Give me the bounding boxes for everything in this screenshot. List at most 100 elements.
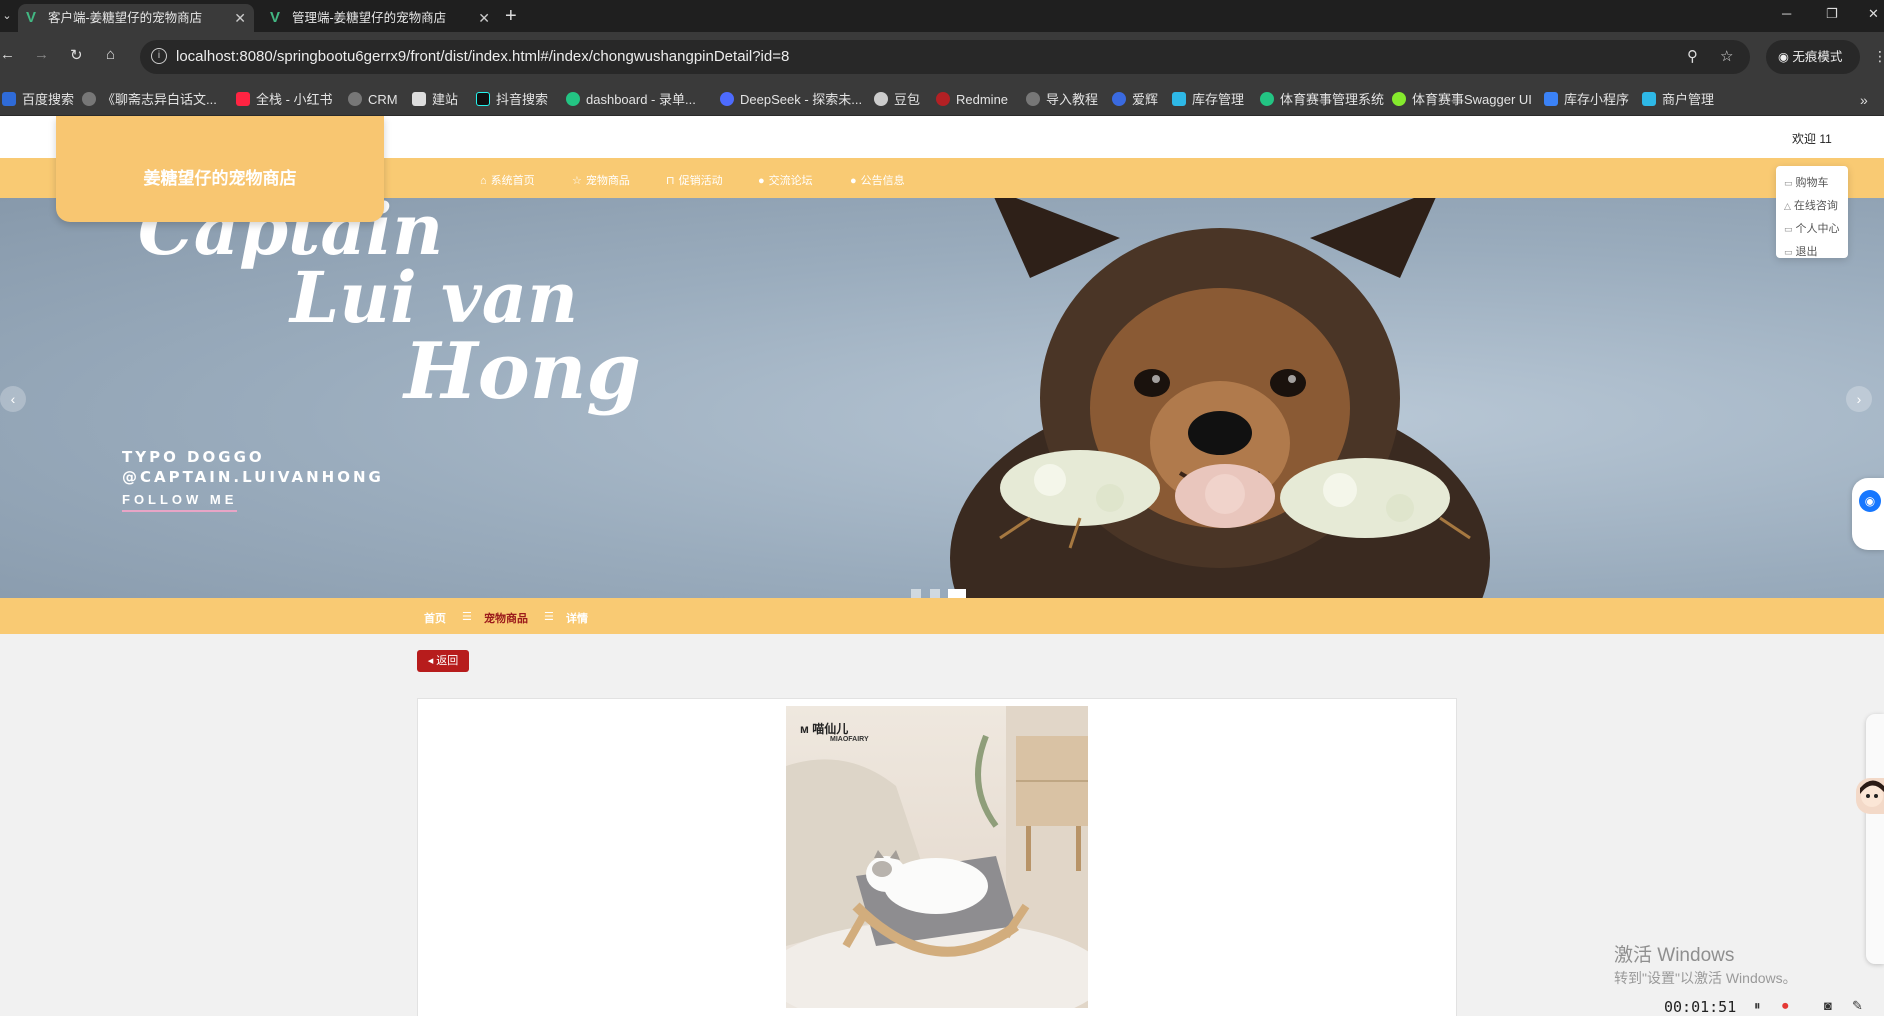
pause-icon[interactable]: ⏸ [1754, 998, 1761, 1014]
restore-icon[interactable]: ❐ [1826, 6, 1838, 22]
back-button[interactable]: ◂ 返回 [417, 650, 469, 672]
globe-icon [82, 92, 96, 106]
globe-icon [348, 92, 362, 106]
breadcrumb-home[interactable]: 首页 [424, 610, 446, 626]
bookmark-item[interactable]: 爱辉 [1112, 84, 1158, 116]
brand-logo: ᴍ 喵仙儿 [800, 720, 848, 737]
bookmark-item[interactable]: 百度搜索 [2, 84, 74, 116]
welcome-user[interactable]: 欢迎 11 [1792, 130, 1832, 147]
browser-tab-admin[interactable]: V 管理端-姜糖望仔的宠物商店 ✕ [262, 4, 498, 32]
bookmark-item[interactable]: 库存小程序 [1544, 84, 1629, 116]
banner-typo-line: TYPO DOGGO [122, 448, 265, 466]
sports-icon [1260, 92, 1274, 106]
nav-home[interactable]: ⌂ 系统首页 [480, 172, 535, 188]
menu-logout[interactable]: ▭ 退出 [1784, 243, 1818, 259]
browser-tab-client[interactable]: V 客户端-姜糖望仔的宠物商店 ✕ [18, 4, 254, 32]
carousel-dot[interactable] [929, 589, 940, 598]
assistant-avatar[interactable] [1856, 778, 1884, 814]
menu-label: 购物车 [1795, 177, 1829, 189]
brand-subtitle: MIAOFAIRY [830, 736, 869, 743]
stop-record-icon[interactable]: ⏺ [1782, 998, 1789, 1014]
windows-activation-subtitle: 转到"设置"以激活 Windows。 [1614, 970, 1797, 986]
bookmark-item[interactable]: 体育赛事管理系统 [1260, 84, 1384, 116]
dashboard-icon [566, 92, 580, 106]
nav-label: 公告信息 [860, 175, 905, 187]
bookmark-label: 百度搜索 [22, 92, 75, 107]
bookmark-item[interactable]: 导入教程 [1026, 84, 1098, 116]
bookmark-item[interactable]: Redmine [936, 84, 1008, 116]
bookmark-item[interactable]: 豆包 [874, 84, 920, 116]
doubao-icon [874, 92, 888, 106]
bookmark-item[interactable]: 抖音搜索 [476, 84, 548, 116]
incognito-icon: ◉ [1778, 50, 1793, 64]
reload-icon[interactable]: ↻ [70, 46, 83, 64]
omnibox[interactable]: i localhost:8080/springbootu6gerrx9/fron… [140, 40, 1750, 74]
floating-assistant-widget[interactable]: ◉ [1852, 478, 1884, 550]
globe-icon [1026, 92, 1040, 106]
bookmark-star-icon[interactable]: ☆ [1720, 47, 1733, 65]
miniprogram-icon [1544, 92, 1558, 106]
bookmark-item[interactable]: 《聊斋志异白话文... [82, 84, 217, 116]
site-logo[interactable]: 姜糖望仔的宠物商店 [56, 116, 384, 222]
bookmark-item[interactable]: 建站 [412, 84, 458, 116]
forward-icon[interactable]: → [34, 46, 49, 63]
browser-menu-icon[interactable]: ⋮ [1873, 48, 1884, 65]
back-label: 返回 [436, 655, 459, 667]
new-tab-button[interactable]: + [505, 4, 517, 28]
close-icon[interactable]: ✕ [234, 4, 246, 32]
bookmark-item[interactable]: CRM [348, 84, 398, 116]
breadcrumb: 首页 ☰ 宠物商品 ☰ 详情 [0, 598, 1884, 634]
bookmark-item[interactable]: DeepSeek - 探索未... [720, 84, 862, 116]
carousel-dot[interactable] [911, 589, 921, 598]
carousel-dot-active[interactable] [948, 589, 967, 598]
zoom-icon[interactable]: ⚲ [1687, 47, 1698, 65]
breadcrumb-separator: ☰ [462, 611, 472, 623]
bookmark-item[interactable]: 全栈 - 小红书 [236, 84, 333, 116]
pen-icon[interactable]: ✎ [1852, 998, 1863, 1014]
bookmark-item[interactable]: 体育赛事Swagger UI [1392, 84, 1532, 116]
breadcrumb-separator: ☰ [544, 611, 554, 623]
product-image[interactable]: ᴍ 喵仙儿 MIAOFAIRY [786, 706, 1088, 1008]
site-info-icon[interactable]: i [151, 48, 167, 64]
menu-label: 在线咨询 [1793, 200, 1838, 212]
nav-forum[interactable]: ● 交流论坛 [758, 172, 813, 188]
brand-mark-icon: ᴍ [800, 722, 809, 736]
banner-typo-line: @CAPTAIN.LUIVANHONG [122, 468, 384, 486]
bookmark-label: 体育赛事管理系统 [1280, 92, 1385, 107]
star-icon: ☆ [572, 175, 582, 187]
floating-sidebar[interactable] [1866, 714, 1884, 964]
menu-profile[interactable]: ▭ 个人中心 [1784, 220, 1840, 236]
caret-left-icon: ◂ [427, 655, 437, 667]
cart-icon: ▭ [1784, 178, 1793, 188]
bookmark-item[interactable]: dashboard - 录单... [566, 84, 696, 116]
inventory-icon [1172, 92, 1186, 106]
close-icon[interactable]: ✕ [478, 4, 490, 32]
bookmarks-bar: 百度搜索 《聊斋志异白话文... 全栈 - 小红书 CRM 建站 抖音搜索 da… [0, 84, 1884, 116]
nav-label: 宠物商品 [585, 175, 630, 187]
tab-search-chevron-icon[interactable]: ⌄ [0, 6, 14, 26]
more-bookmarks-icon[interactable]: » [1860, 92, 1868, 108]
carousel-next-arrow[interactable]: › [1846, 386, 1872, 412]
minimize-icon[interactable]: ─ [1782, 6, 1791, 21]
logout-icon: ▭ [1784, 247, 1793, 257]
incognito-badge[interactable]: ◉ 无痕模式 [1766, 40, 1860, 74]
carousel-prev-arrow[interactable]: ‹ [0, 386, 26, 412]
bookmark-label: CRM [368, 92, 398, 107]
menu-cart[interactable]: ▭ 购物车 [1784, 174, 1829, 190]
back-icon[interactable]: ← [0, 46, 15, 63]
breadcrumb-products[interactable]: 宠物商品 [484, 610, 528, 626]
menu-consult[interactable]: △ 在线咨询 [1784, 197, 1838, 213]
bookmark-label: 库存管理 [1192, 92, 1245, 107]
window-close-icon[interactable]: ✕ [1868, 6, 1879, 22]
home-icon[interactable]: ⌂ [106, 46, 115, 63]
address-bar: ← → ↻ ⌂ i localhost:8080/springbootu6ger… [0, 32, 1884, 84]
hero-carousel[interactable]: Captain Lui van Hong TYPO DOGGO @CAPTAIN… [0, 198, 1884, 598]
menu-label: 退出 [1795, 246, 1818, 258]
bookmark-item[interactable]: 库存管理 [1172, 84, 1244, 116]
nav-pet-products[interactable]: ☆ 宠物商品 [572, 172, 630, 188]
bookmark-item[interactable]: 商户管理 [1642, 84, 1714, 116]
camera-icon[interactable]: ◙ [1824, 998, 1832, 1013]
nav-promotions[interactable]: ⊓ 促销活动 [666, 172, 723, 188]
breadcrumb-detail: 详情 [566, 613, 588, 625]
nav-notices[interactable]: ● 公告信息 [850, 172, 905, 188]
